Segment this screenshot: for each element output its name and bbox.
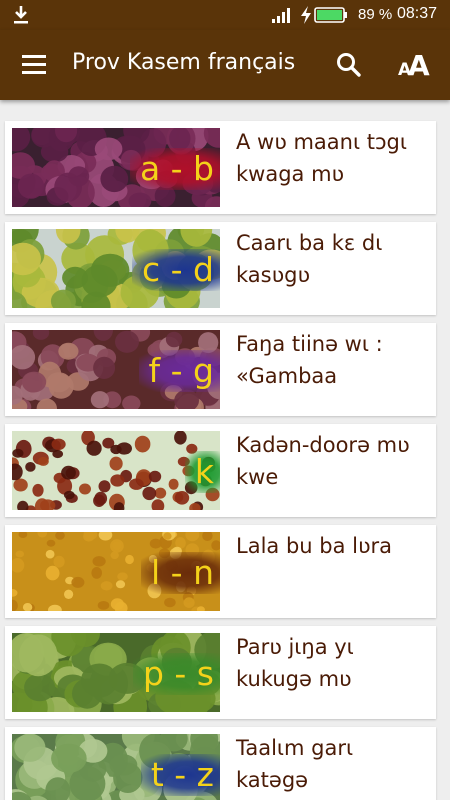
status-bar: 89 % 08:37 (0, 0, 450, 30)
chapter-title: Kadən-doorə mʋ kwe (236, 433, 410, 489)
chapter-image: c - d (12, 229, 220, 308)
chapter-letters: f - g (138, 350, 220, 392)
chapter-image: k (12, 431, 220, 510)
menu-icon[interactable] (20, 52, 50, 78)
text-size-icon[interactable]: AA A A (398, 48, 432, 82)
chapter-letters: t - z (140, 754, 220, 796)
charging-icon (301, 6, 311, 24)
chapter-title: Lala bu ba lʋra (236, 534, 393, 558)
chapter-card[interactable]: a - b A wʋ maanɩ tɔgɩ kwaga mʋ (5, 121, 436, 214)
chapter-card[interactable]: p - s Parʋ jɩŋa yɩ kukugə mʋ (5, 626, 436, 719)
clock: 08:37 (397, 5, 438, 22)
app-bar: Prov Kasem français AA A A (0, 30, 450, 100)
chapter-image: f - g (12, 330, 220, 409)
app-title: Prov Kasem français (72, 50, 296, 75)
chapter-image: l - n (12, 532, 220, 611)
signal-icon (272, 8, 290, 23)
chapter-title: Parʋ jɩŋa yɩ kukugə mʋ (236, 635, 354, 691)
chapter-title: Faŋa tiinə wɩ : «Gambaa (236, 332, 383, 388)
chapter-image: a - b (12, 128, 220, 207)
chapter-letters: c - d (132, 249, 220, 291)
battery-icon (314, 7, 347, 23)
chapter-letters: l - n (141, 552, 220, 594)
chapter-card[interactable]: l - n Lala bu ba lʋra (5, 525, 436, 618)
chapter-title: Taalɩm garɩ katəgə (236, 736, 354, 792)
chapter-card[interactable]: t - z Taalɩm garɩ katəgə (5, 727, 436, 800)
chapter-letters: a - b (129, 148, 220, 190)
chapter-title: A wʋ maanɩ tɔgɩ kwaga mʋ (236, 130, 407, 186)
chapter-image: t - z (12, 734, 220, 800)
chapter-letters: k (184, 451, 220, 493)
svg-text:A: A (408, 49, 430, 80)
chapter-title: Caarɩ ba kɛ dɩ kasʋgʋ (236, 231, 383, 287)
chapter-card[interactable]: k Kadən-doorə mʋ kwe (5, 424, 436, 517)
search-icon[interactable] (336, 52, 362, 78)
chapter-card[interactable]: c - d Caarɩ ba kɛ dɩ kasʋgʋ (5, 222, 436, 315)
chapter-letters: p - s (132, 653, 220, 695)
download-icon (14, 6, 28, 24)
chapter-card[interactable]: f - g Faŋa tiinə wɩ : «Gambaa (5, 323, 436, 416)
text-size-glyph-icon: A A (398, 49, 430, 82)
chapter-image: p - s (12, 633, 220, 712)
battery-percentage: 89 % (358, 6, 393, 23)
